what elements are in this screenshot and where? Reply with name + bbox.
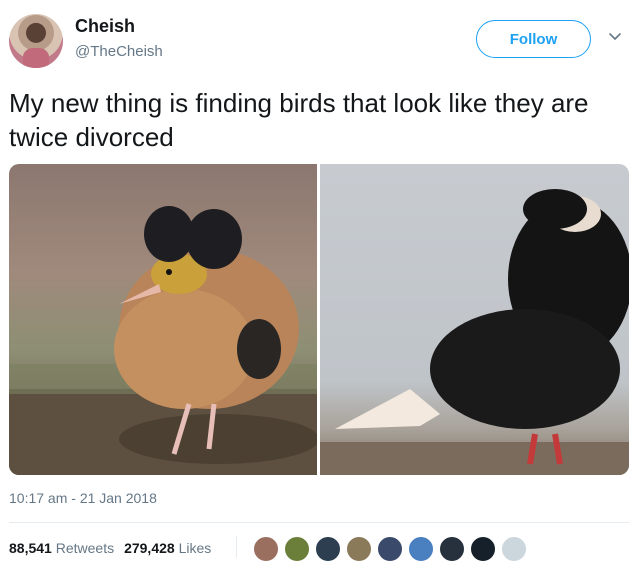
- likes-label: Likes: [178, 540, 212, 556]
- bird-photo-left[interactable]: [9, 164, 317, 475]
- user-handle[interactable]: @TheCheish: [75, 43, 163, 60]
- divider: [9, 522, 629, 523]
- tweet-stats: 88,541 Retweets 279,428 Likes: [9, 540, 211, 556]
- chevron-down-icon[interactable]: [608, 30, 622, 44]
- liker-avatar[interactable]: [283, 535, 311, 563]
- retweets-label: Retweets: [55, 540, 115, 556]
- black-pigeon-image: [320, 189, 629, 475]
- liker-avatar[interactable]: [438, 535, 466, 563]
- stats-separator: [236, 536, 237, 558]
- tweet-text: My new thing is finding birds that look …: [9, 88, 589, 152]
- liker-avatar[interactable]: [314, 535, 342, 563]
- liker-avatars: [252, 535, 528, 563]
- bird-photo-right[interactable]: [320, 164, 629, 475]
- liker-avatar[interactable]: [345, 535, 373, 563]
- display-name[interactable]: Cheish: [75, 16, 135, 37]
- avatar[interactable]: [9, 14, 63, 68]
- retweets-count: 88,541: [9, 540, 52, 556]
- tweet-timestamp[interactable]: 10:17 am - 21 Jan 2018: [9, 490, 157, 506]
- liker-avatar[interactable]: [252, 535, 280, 563]
- tweet-media[interactable]: [9, 164, 629, 475]
- follow-button[interactable]: Follow: [476, 20, 591, 58]
- likes-count: 279,428: [124, 540, 175, 556]
- retweets-stat[interactable]: 88,541 Retweets: [9, 540, 114, 556]
- liker-avatar[interactable]: [500, 535, 528, 563]
- liker-avatar[interactable]: [376, 535, 404, 563]
- liker-avatar[interactable]: [407, 535, 435, 563]
- brown-bird-image: [9, 206, 317, 475]
- likes-stat[interactable]: 279,428 Likes: [124, 540, 211, 556]
- liker-avatar[interactable]: [469, 535, 497, 563]
- tweet-header: Cheish @TheCheish Follow: [0, 0, 640, 80]
